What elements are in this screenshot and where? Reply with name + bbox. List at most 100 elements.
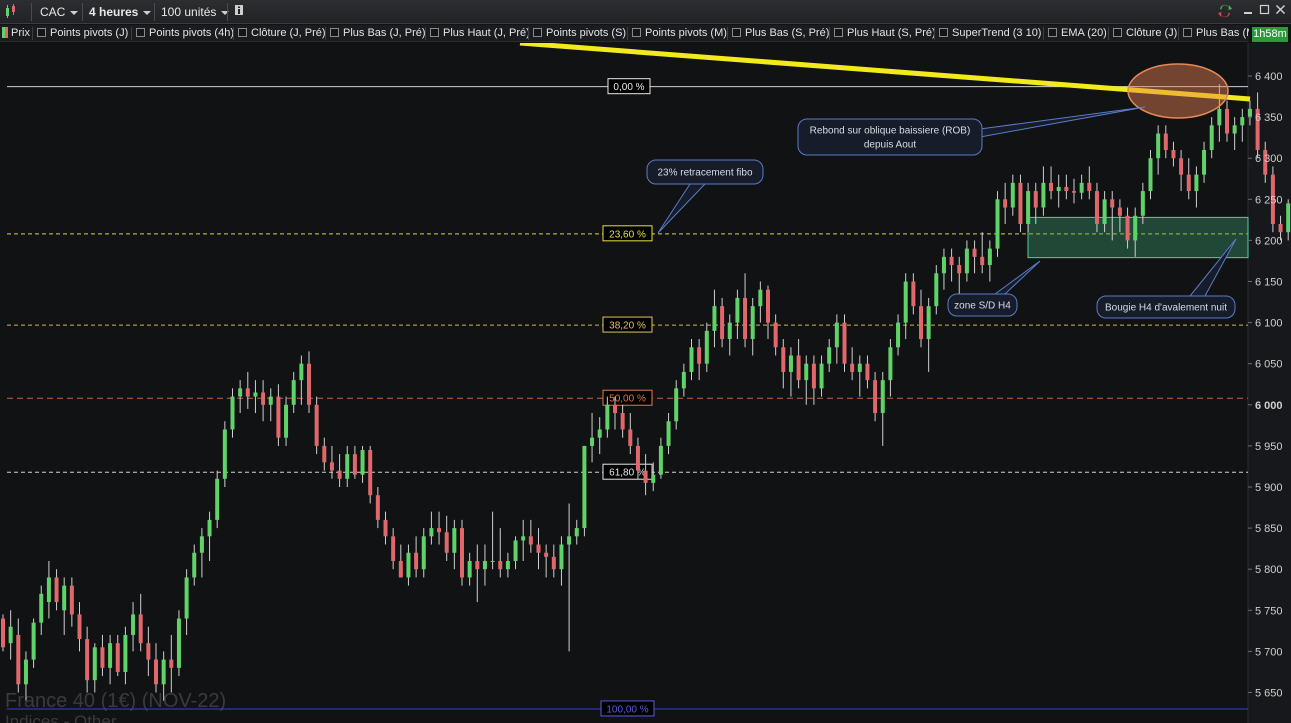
units-selector[interactable]: 100 unités	[161, 3, 230, 21]
price-tick-label: 6 000	[1255, 400, 1283, 412]
info-icon[interactable]	[234, 3, 246, 21]
price-chart[interactable]: France 40 (1€) (NOV-22) Indices - Other …	[0, 43, 1291, 723]
legend-item[interactable]: Plus Bas (S, Pré)	[732, 26, 829, 41]
candle-body	[161, 659, 166, 685]
price-swatch-icon	[2, 27, 8, 38]
legend-checkbox[interactable]	[834, 28, 843, 37]
close-icon[interactable]	[1275, 3, 1287, 21]
candle-body	[521, 536, 526, 541]
timeframe-selector[interactable]: 4 heures	[89, 3, 152, 21]
candle-body	[513, 540, 518, 561]
candle-body	[704, 330, 709, 364]
candle-body	[788, 355, 793, 372]
candle-body	[1110, 199, 1115, 208]
candle-body	[429, 528, 434, 537]
candle-body	[934, 273, 939, 307]
candle-body	[1087, 182, 1092, 192]
fib-level-label: 38,20 %	[609, 321, 646, 332]
candle-body	[360, 450, 365, 475]
candle-body	[1286, 203, 1291, 233]
candle-body	[1156, 133, 1161, 159]
candle-body	[750, 306, 755, 340]
legend-checkbox[interactable]	[939, 28, 948, 37]
candle-body	[490, 560, 495, 562]
legend-item[interactable]: Plus Bas (M	[1183, 26, 1249, 41]
candle-body	[964, 248, 969, 274]
candle-body	[391, 536, 396, 561]
sync-arrows-icon[interactable]	[1217, 3, 1235, 21]
candle-body	[108, 643, 113, 668]
candle-body	[842, 322, 847, 364]
candle-body	[460, 528, 464, 578]
watermark-category: Indices - Other	[5, 712, 117, 723]
legend-checkbox[interactable]	[732, 28, 741, 37]
candle-body	[414, 552, 419, 570]
legend-item[interactable]: Plus Haut (J, Pré)	[430, 26, 530, 41]
legend-checkbox[interactable]	[1183, 28, 1192, 37]
legend-item[interactable]: Points pivots (4h)	[136, 26, 234, 41]
candle-body	[674, 388, 679, 422]
candle-body	[528, 536, 533, 545]
candle-body	[452, 528, 457, 553]
legend-item[interactable]: EMA (20)	[1048, 26, 1107, 41]
candle-body	[268, 396, 273, 405]
candle-body	[222, 429, 227, 479]
legend-checkbox[interactable]	[238, 28, 247, 37]
legend-item[interactable]: Points pivots (S)	[533, 26, 626, 41]
candle-body	[743, 297, 748, 340]
candle-body	[651, 474, 656, 483]
legend-item[interactable]: Points pivots (M)	[632, 26, 727, 41]
candle-body	[1049, 182, 1054, 192]
legend-item[interactable]: Clôture (J, Pré)	[238, 26, 326, 41]
maximize-icon[interactable]	[1259, 3, 1271, 21]
candle-body	[1072, 191, 1076, 193]
symbol-selector[interactable]: CAC	[40, 3, 79, 21]
legend-item[interactable]: Plus Bas (J, Pré)	[330, 26, 426, 41]
candle-body	[8, 626, 13, 644]
legend-checkbox[interactable]	[1048, 28, 1057, 37]
candle	[176, 610, 181, 677]
chart-type-icon[interactable]	[4, 3, 24, 21]
candle-body	[421, 536, 426, 570]
candle-body	[1194, 174, 1199, 192]
price-tick-label: 5 650	[1255, 688, 1283, 700]
legend-item[interactable]: Prix	[2, 26, 30, 41]
candle-body	[1247, 108, 1252, 118]
symbol-label: CAC	[40, 5, 66, 19]
legend-checkbox[interactable]	[1113, 28, 1122, 37]
candle-body	[857, 363, 862, 372]
legend-item[interactable]: Points pivots (J)	[37, 26, 128, 41]
legend-checkbox[interactable]	[330, 28, 339, 37]
candle-body	[215, 478, 220, 520]
candle-body	[781, 347, 786, 372]
candle-body	[1041, 182, 1046, 208]
candle-body	[811, 363, 816, 389]
legend-item[interactable]: Clôture (J)	[1113, 26, 1177, 41]
legend-checkbox[interactable]	[430, 28, 439, 37]
candle-body	[54, 577, 59, 603]
candle-body	[567, 536, 572, 545]
candle	[314, 396, 319, 455]
candle-body	[681, 371, 686, 389]
rejection-ellipse[interactable]	[1127, 63, 1229, 119]
legend-label: Plus Haut (S, Pré)	[847, 27, 936, 39]
candle-body	[827, 347, 832, 364]
legend-checkbox[interactable]	[632, 28, 641, 37]
candle-body	[1202, 149, 1207, 175]
legend-checkbox[interactable]	[136, 28, 145, 37]
candle-body	[169, 659, 174, 668]
candle-body	[85, 639, 90, 681]
legend-item[interactable]: SuperTrend (3 10)	[939, 26, 1041, 41]
minimize-icon[interactable]	[1243, 3, 1255, 21]
legend-checkbox[interactable]	[533, 28, 542, 37]
candle-body	[322, 445, 327, 463]
candle-body	[559, 544, 564, 570]
candle-body	[146, 643, 151, 660]
candle-body	[253, 392, 258, 397]
candle-body	[31, 622, 36, 660]
candle-body	[613, 404, 617, 414]
candle-body	[697, 347, 702, 364]
legend-item[interactable]: Plus Haut (S, Pré)	[834, 26, 936, 41]
legend-checkbox[interactable]	[37, 28, 46, 37]
zone-rectangle[interactable]	[1027, 216, 1249, 259]
